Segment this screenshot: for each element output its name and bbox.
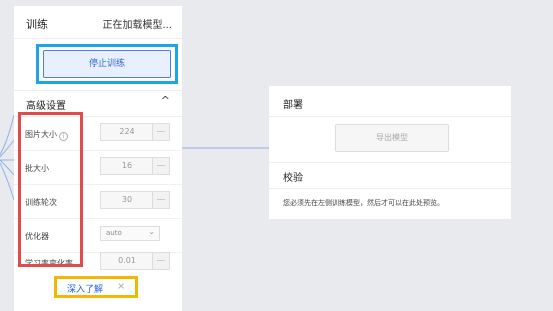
advanced-settings-title: 高级设置 — [26, 101, 66, 112]
learn-more-link[interactable]: 深入了解 — [67, 282, 103, 295]
chevron-down-icon: ⌄ — [148, 227, 155, 236]
stepper-control[interactable] — [152, 253, 169, 269]
training-status: 正在加载模型... — [102, 20, 172, 31]
chevron-up-icon[interactable]: ^ — [161, 94, 170, 107]
field-value: 30 — [121, 195, 133, 204]
divider — [269, 188, 511, 189]
deploy-title: 部署 — [283, 100, 303, 111]
stop-training-button[interactable]: 停止训练 — [43, 50, 171, 78]
stop-button-highlight: 停止训练 — [36, 44, 178, 84]
batch-size-input[interactable]: 16 — [100, 157, 170, 175]
field-value: auto — [106, 229, 122, 237]
stepper-control[interactable] — [152, 158, 169, 174]
field-value: 224 — [119, 127, 135, 136]
optimizer-select[interactable]: auto ⌄ — [100, 226, 160, 241]
training-panel: 训练 正在加载模型... 停止训练 高级设置 ^ 图片大小 i 224 批大小 1… — [14, 6, 182, 311]
divider — [269, 116, 511, 117]
training-header: 训练 正在加载模型... — [14, 6, 182, 39]
verify-message: 您必须先在左侧训练模型，然后才可以在此处预览。 — [283, 199, 444, 207]
training-title: 训练 — [26, 18, 48, 31]
divider — [14, 90, 182, 91]
export-model-button[interactable]: 导出模型 — [335, 124, 449, 152]
epochs-input[interactable]: 30 — [100, 191, 170, 209]
verify-title: 校验 — [283, 173, 303, 184]
learn-more-highlight: 深入了解 × — [54, 276, 138, 298]
field-value: 0.01 — [118, 256, 136, 265]
deploy-panel: 部署 导出模型 校验 您必须先在左侧训练模型，然后才可以在此处预览。 — [269, 86, 511, 219]
field-value: 16 — [121, 161, 133, 170]
stepper-control[interactable] — [152, 192, 169, 208]
image-size-input[interactable]: 224 — [100, 123, 170, 141]
settings-labels-highlight — [18, 112, 83, 267]
learning-rate-input[interactable]: 0.01 — [100, 252, 170, 270]
stepper-control[interactable] — [152, 124, 169, 140]
close-icon[interactable]: × — [117, 281, 125, 292]
divider — [269, 162, 511, 163]
